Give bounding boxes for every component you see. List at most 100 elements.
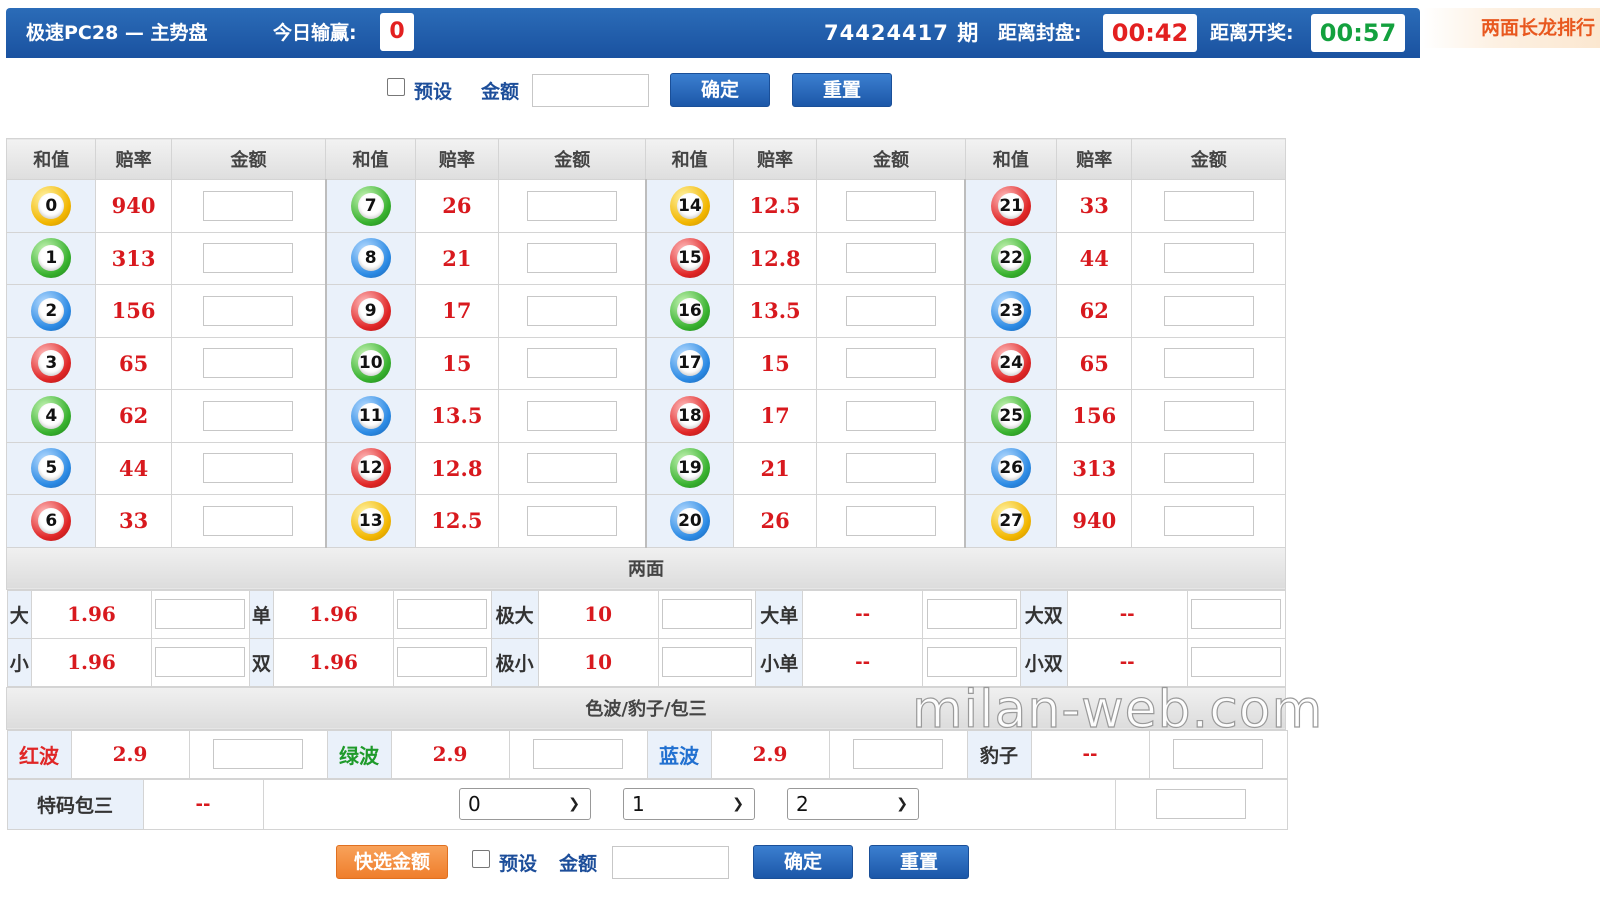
section-title-row: 色波/豹子/包三 xyxy=(6,686,1286,730)
number-ball-icon: 13 xyxy=(350,500,391,541)
green-wave-amount-input[interactable] xyxy=(533,739,623,769)
sum-amount-input[interactable] xyxy=(1163,453,1254,484)
col-header-sum: 和值 xyxy=(325,138,416,180)
sum-amount-input[interactable] xyxy=(1163,190,1254,221)
reset-button-top[interactable]: 重置 xyxy=(792,73,892,107)
liangmian-label: 大单 xyxy=(755,589,804,639)
liangmian-amount-input[interactable] xyxy=(155,647,246,677)
liangmian-amount-input[interactable] xyxy=(397,647,488,677)
confirm-button-top[interactable]: 确定 xyxy=(670,73,770,107)
liangmian-amount-input[interactable] xyxy=(155,599,246,629)
sum-amount-input[interactable] xyxy=(527,453,618,484)
sum-ball-cell: 18 xyxy=(645,389,734,443)
sum-amount-input[interactable] xyxy=(1163,505,1254,536)
sum-amount-input[interactable] xyxy=(845,505,936,536)
ball-number: 14 xyxy=(676,192,703,219)
sum-amount-input[interactable] xyxy=(1163,243,1254,274)
ball-number: 16 xyxy=(676,297,703,324)
ball-number: 9 xyxy=(357,297,384,324)
sum-amount-input[interactable] xyxy=(203,348,294,379)
sum-amount-input[interactable] xyxy=(845,400,936,431)
blue-wave-amount-input[interactable] xyxy=(853,739,943,769)
preset-checkbox-bottom[interactable] xyxy=(472,850,490,868)
preset-checkbox-top[interactable] xyxy=(387,78,405,96)
liangmian-label: 小 xyxy=(6,637,32,687)
sum-amount-input[interactable] xyxy=(1163,348,1254,379)
tema-amount-input[interactable] xyxy=(1156,789,1246,819)
tema-select-2[interactable]: 1 ❯ xyxy=(623,788,755,820)
close-countdown-label: 距离封盘: xyxy=(998,22,1082,44)
sebo-table: 红波 2.9 绿波 2.9 蓝波 2.9 豹子 -- xyxy=(6,729,1288,779)
col-header-odds: 赔率 xyxy=(95,138,172,180)
sum-amount-input[interactable] xyxy=(203,505,294,536)
sum-ball-cell: 12 xyxy=(325,441,416,495)
number-ball-icon: 26 xyxy=(991,448,1032,489)
liangmian-amount-input[interactable] xyxy=(1191,599,1282,629)
sum-amount-input[interactable] xyxy=(527,505,618,536)
sum-amount-input[interactable] xyxy=(203,400,294,431)
col-header-odds: 赔率 xyxy=(414,138,500,180)
number-ball-icon: 2 xyxy=(31,290,72,331)
red-wave-amount-input[interactable] xyxy=(213,739,303,769)
sum-odds: 940 xyxy=(1056,494,1133,548)
reset-button-bottom[interactable]: 重置 xyxy=(869,845,969,879)
sum-amount-input[interactable] xyxy=(845,453,936,484)
liangmian-amount-input[interactable] xyxy=(926,599,1017,629)
sum-ball-cell: 24 xyxy=(964,336,1058,390)
green-wave-label: 绿波 xyxy=(326,729,392,779)
sum-amount-input[interactable] xyxy=(527,400,618,431)
amount-input-bottom[interactable] xyxy=(612,846,729,879)
sum-amount-input[interactable] xyxy=(1163,400,1254,431)
liangmian-amount-input[interactable] xyxy=(926,647,1017,677)
sum-amount-input[interactable] xyxy=(845,295,936,326)
board-header-row: 和值 赔率 金额 和值 赔率 金额 和值 赔率 金额 和值 赔率 金额 xyxy=(5,138,1286,180)
sum-amount-input[interactable] xyxy=(527,190,618,221)
liangmian-amount-input[interactable] xyxy=(661,599,752,629)
sum-amount-input[interactable] xyxy=(203,190,294,221)
sum-odds: 44 xyxy=(95,441,172,495)
preset-label-bottom: 预设 xyxy=(499,853,538,875)
liangmian-label: 双 xyxy=(248,637,275,687)
sum-ball-cell: 5 xyxy=(5,441,97,495)
sum-ball-cell: 15 xyxy=(645,231,734,285)
ball-number: 18 xyxy=(676,402,703,429)
sum-odds: 15 xyxy=(732,336,818,390)
leopard-amount-input[interactable] xyxy=(1173,739,1263,769)
number-ball-icon: 8 xyxy=(350,238,391,279)
sum-ball-cell: 26 xyxy=(964,441,1058,495)
ball-number: 2 xyxy=(38,297,65,324)
blue-wave-label: 蓝波 xyxy=(646,729,712,779)
sum-amount-input[interactable] xyxy=(203,453,294,484)
liangmian-amount-input[interactable] xyxy=(397,599,488,629)
ball-number: 12 xyxy=(357,455,384,482)
sum-amount-input[interactable] xyxy=(845,243,936,274)
sum-amount-input[interactable] xyxy=(203,243,294,274)
sum-amount-input[interactable] xyxy=(845,348,936,379)
quick-amount-button[interactable]: 快选金额 xyxy=(336,845,448,879)
tema-select-1[interactable]: 0 ❯ xyxy=(459,788,591,820)
sum-amount-input[interactable] xyxy=(203,295,294,326)
sum-amount-input[interactable] xyxy=(845,190,936,221)
sum-amount-input[interactable] xyxy=(527,295,618,326)
liangmian-amount-input[interactable] xyxy=(661,647,752,677)
tema-odds: -- xyxy=(142,778,264,830)
liangmian-amount-input[interactable] xyxy=(1191,647,1282,677)
confirm-button-bottom[interactable]: 确定 xyxy=(753,845,853,879)
liangmian-label: 大双 xyxy=(1019,589,1068,639)
sum-odds: 13.5 xyxy=(414,389,500,443)
number-ball-icon: 1 xyxy=(31,238,72,279)
long-streak-ranking-link[interactable]: 两面长龙排行 xyxy=(1423,8,1600,48)
sum-odds: 313 xyxy=(95,231,172,285)
sum-amount-input[interactable] xyxy=(1163,295,1254,326)
sum-amount-input[interactable] xyxy=(527,348,618,379)
sum-ball-cell: 25 xyxy=(964,389,1058,443)
sum-ball-cell: 9 xyxy=(325,284,416,338)
tema-select-3[interactable]: 2 ❯ xyxy=(787,788,919,820)
sum-odds: 62 xyxy=(95,389,172,443)
ball-number: 27 xyxy=(998,507,1025,534)
sum-odds: 156 xyxy=(95,284,172,338)
col-header-sum: 和值 xyxy=(964,138,1058,180)
sum-amount-input[interactable] xyxy=(527,243,618,274)
amount-input-top[interactable] xyxy=(532,74,649,107)
chevron-down-icon: ❯ xyxy=(568,796,580,812)
